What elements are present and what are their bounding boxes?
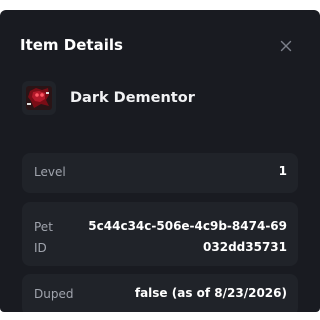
detail-row-duped: Duped false (as of 8/23/2026) bbox=[22, 274, 298, 312]
detail-value: 5c44c34c-506e-4c9b-8474-69032dd35731 bbox=[88, 219, 287, 254]
close-icon bbox=[280, 40, 292, 52]
item-details-modal: Item Details Dark Dementor Level 1 Pet I… bbox=[0, 10, 320, 312]
detail-row-pet-id: Pet ID 5c44c34c-506e-4c9b-8474-69032dd35… bbox=[22, 202, 298, 266]
detail-value: 1 bbox=[278, 164, 287, 178]
modal-title: Item Details bbox=[20, 36, 123, 54]
pet-thumbnail-icon bbox=[26, 86, 52, 110]
item-name: Dark Dementor bbox=[70, 90, 195, 106]
item-header: Dark Dementor bbox=[22, 78, 195, 118]
page-background-strip bbox=[0, 312, 320, 320]
detail-value: false (as of 8/23/2026) bbox=[134, 286, 287, 300]
pet-thumbnail bbox=[22, 81, 56, 115]
detail-label: Duped bbox=[34, 287, 74, 301]
detail-label: Level bbox=[34, 165, 66, 179]
detail-row-level: Level 1 bbox=[22, 153, 298, 193]
detail-label: Pet ID bbox=[34, 220, 53, 255]
close-button[interactable] bbox=[277, 37, 295, 55]
